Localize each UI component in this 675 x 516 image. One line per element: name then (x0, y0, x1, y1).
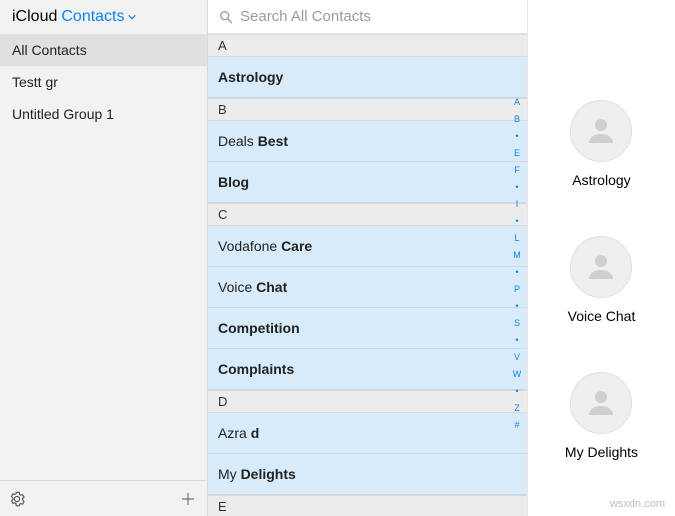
contacts-list[interactable]: AAstrologyBDeals BestBlogCVodafone CareV… (208, 34, 527, 516)
sidebar: iCloud Contacts All ContactsTestt grUnti… (0, 0, 208, 516)
gear-icon[interactable] (8, 490, 26, 508)
contact-row[interactable]: Voice Chat (208, 267, 527, 308)
sidebar-item[interactable]: Untitled Group 1 (0, 98, 207, 130)
sidebar-footer (0, 480, 207, 516)
contacts-list-column: AAstrologyBDeals BestBlogCVodafone CareV… (208, 0, 528, 516)
brand-label: iCloud (12, 8, 57, 26)
detail-card-label: Astrology (572, 172, 630, 188)
search-bar[interactable] (208, 0, 527, 34)
section-header: E (208, 495, 527, 516)
chevron-down-icon (127, 12, 137, 22)
section-header: A (208, 34, 527, 57)
detail-card[interactable]: Voice Chat (568, 236, 636, 324)
app-root: iCloud Contacts All ContactsTestt grUnti… (0, 0, 675, 516)
contact-row[interactable]: Complaints (208, 349, 527, 390)
section-header: B (208, 98, 527, 121)
detail-card-label: Voice Chat (568, 308, 636, 324)
section-header: C (208, 203, 527, 226)
section-header: D (208, 390, 527, 413)
sidebar-item[interactable]: All Contacts (0, 34, 207, 66)
search-icon (218, 9, 234, 25)
sidebar-header[interactable]: iCloud Contacts (0, 0, 207, 34)
app-label: Contacts (61, 8, 124, 26)
watermark: wsxdn.com (610, 498, 665, 510)
detail-card[interactable]: Astrology (570, 100, 632, 188)
detail-pane: Astrology Voice Chat My Delights (528, 0, 675, 516)
avatar (570, 372, 632, 434)
contact-row[interactable]: Azra d (208, 413, 527, 454)
detail-card-label: My Delights (565, 444, 638, 460)
sidebar-items: All ContactsTestt grUntitled Group 1 (0, 34, 207, 130)
search-input[interactable] (240, 8, 517, 25)
contact-row[interactable]: My Delights (208, 454, 527, 495)
sidebar-item[interactable]: Testt gr (0, 66, 207, 98)
contact-row[interactable]: Competition (208, 308, 527, 349)
avatar (570, 236, 632, 298)
avatar (570, 100, 632, 162)
contact-row[interactable]: Astrology (208, 57, 527, 98)
plus-icon[interactable] (179, 490, 197, 508)
detail-card[interactable]: My Delights (565, 372, 638, 460)
contact-row[interactable]: Blog (208, 162, 527, 203)
contact-row[interactable]: Deals Best (208, 121, 527, 162)
app-switcher[interactable]: Contacts (61, 8, 136, 26)
contact-row[interactable]: Vodafone Care (208, 226, 527, 267)
